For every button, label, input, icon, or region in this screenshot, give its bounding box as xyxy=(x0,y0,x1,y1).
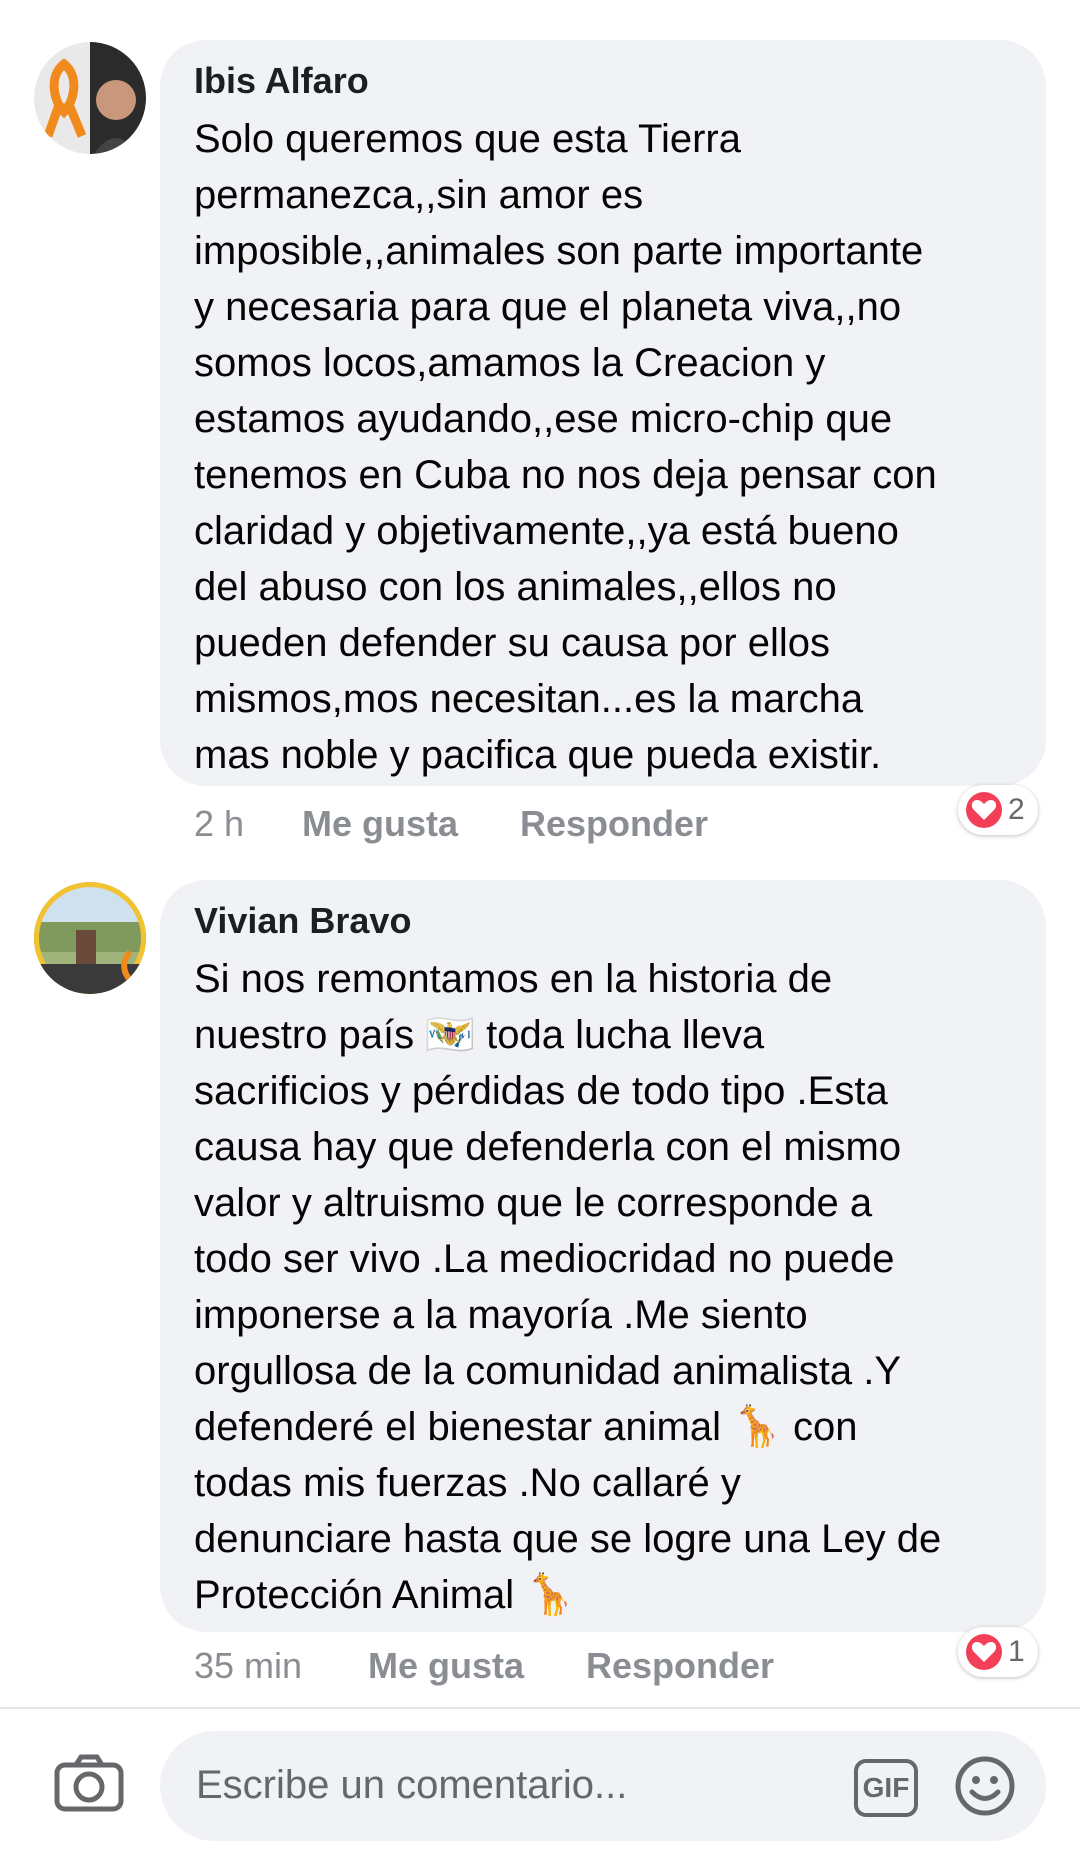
avatar-vivian-bravo[interactable] xyxy=(34,882,146,994)
comment-input-placeholder: Escribe un comentario... xyxy=(196,1763,628,1807)
comment-line: Si nos remontamos en la historia de xyxy=(194,957,833,1001)
comment-text: Solo queremos que esta Tierra permanezca… xyxy=(194,111,1026,783)
comment-line: mismos,mos necesitan...es la marcha xyxy=(194,677,864,721)
comment-composer-bar: Escribe un comentario... GIF xyxy=(0,1707,1080,1854)
comment-line: todas mis fuerzas .No callaré y xyxy=(194,1461,741,1505)
reaction-count: 2 xyxy=(1008,793,1025,826)
comment-line: Solo queremos que esta Tierra xyxy=(194,117,741,161)
avatar-image xyxy=(34,882,146,994)
heart-reaction-icon xyxy=(966,1634,1002,1670)
reaction-summary[interactable]: 2 xyxy=(958,785,1038,835)
comment-line: pueden defender su causa por ellos xyxy=(194,621,831,665)
reply-button[interactable]: Responder xyxy=(586,1645,774,1687)
comment-line: tenemos en Cuba no nos deja pensar con xyxy=(194,453,937,497)
comment-input[interactable]: Escribe un comentario... GIF xyxy=(160,1731,1046,1841)
camera-icon[interactable] xyxy=(54,1753,124,1818)
comment-text: Si nos remontamos en la historia de nues… xyxy=(194,951,1026,1623)
comment-timestamp[interactable]: 35 min xyxy=(194,1645,302,1687)
comment-line: imponerse a la mayoría .Me siento xyxy=(194,1293,808,1337)
clipped-previous-text xyxy=(0,0,1080,16)
comment-line: defenderé el bienestar animal 🦒 con xyxy=(194,1405,858,1449)
avatar-image xyxy=(34,42,146,154)
reaction-summary[interactable]: 1 xyxy=(958,1627,1038,1677)
reply-button[interactable]: Responder xyxy=(520,803,708,845)
comment-bubble: Ibis Alfaro Solo queremos que esta Tierr… xyxy=(160,40,1046,786)
comment-author[interactable]: Ibis Alfaro xyxy=(194,60,369,102)
comment-line: denunciare hasta que se logre una Ley de xyxy=(194,1517,942,1561)
comment-line: y necesaria para que el planeta viva,,no xyxy=(194,285,902,329)
comment-line: estamos ayudando,,ese micro-chip que xyxy=(194,397,893,441)
comment-line: nuestro país 🇻🇮 toda lucha lleva xyxy=(194,1013,765,1057)
emoji-icon[interactable] xyxy=(954,1755,1016,1822)
like-button[interactable]: Me gusta xyxy=(368,1645,524,1687)
comment-line: claridad y objetivamente,,ya está bueno xyxy=(194,509,899,553)
comment-line: del abuso con los animales,,ellos no xyxy=(194,565,837,609)
comment-line: todo ser vivo .La mediocridad no puede xyxy=(194,1237,895,1281)
comment-line: permanezca,,sin amor es xyxy=(194,173,644,217)
comment-line: causa hay que defenderla con el mismo xyxy=(194,1125,902,1169)
avatar-ibis-alfaro[interactable] xyxy=(34,42,146,154)
comment-author[interactable]: Vivian Bravo xyxy=(194,900,411,942)
comment-line: valor y altruismo que le corresponde a xyxy=(194,1181,873,1225)
comment-line: imposible,,animales son parte importante xyxy=(194,229,924,273)
comment-line: sacrificios y pérdidas de todo tipo .Est… xyxy=(194,1069,888,1113)
heart-reaction-icon xyxy=(966,792,1002,828)
gif-icon[interactable]: GIF xyxy=(854,1759,918,1817)
comment-line: somos locos,amamos la Creacion y xyxy=(194,341,826,385)
comment-bubble: Vivian Bravo Si nos remontamos en la his… xyxy=(160,880,1046,1632)
comment-line: Protección Animal 🦒 xyxy=(194,1573,576,1617)
reaction-count: 1 xyxy=(1008,1635,1025,1668)
comment-line: mas noble y pacifica que pueda existir. xyxy=(194,733,882,777)
comment-timestamp[interactable]: 2 h xyxy=(194,803,244,845)
comment-line: orgullosa de la comunidad animalista .Y xyxy=(194,1349,902,1393)
like-button[interactable]: Me gusta xyxy=(302,803,458,845)
